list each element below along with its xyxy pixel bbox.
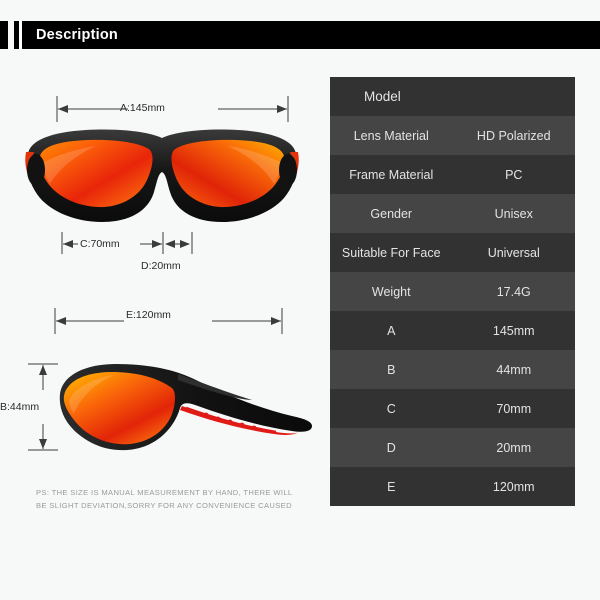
spec-label: Gender — [330, 194, 453, 233]
spec-value: 70mm — [452, 389, 575, 428]
description-header: Description — [0, 21, 600, 49]
table-row: Weight 17.4G — [330, 272, 575, 311]
spec-value: 17.4G — [452, 272, 575, 311]
spec-label: E — [330, 467, 453, 506]
dimension-label-b: B:44mm — [0, 401, 40, 413]
dimension-label-e: E:120mm — [126, 309, 171, 321]
spec-label: Weight — [330, 272, 453, 311]
dimension-label-d: D:20mm — [141, 260, 181, 272]
measurement-disclaimer: PS: THE SIZE IS MANUAL MEASUREMENT BY HA… — [36, 486, 316, 512]
spec-label: B — [330, 350, 453, 389]
specification-table: Model Lens Material HD Polarized Frame M… — [330, 77, 575, 506]
header-bar: Description — [14, 21, 600, 49]
sunglasses-front-view: A:145mm C:70mm D:20mm — [0, 74, 325, 274]
table-row: B 44mm — [330, 350, 575, 389]
spec-label: Suitable For Face — [330, 233, 453, 272]
side-frame-shape — [59, 364, 312, 451]
table-row: Frame Material PC — [330, 155, 575, 194]
header-left-block — [0, 21, 8, 49]
table-row: E 120mm — [330, 467, 575, 506]
table-row: Lens Material HD Polarized — [330, 116, 575, 155]
table-row: C 70mm — [330, 389, 575, 428]
spec-value: HD Polarized — [452, 116, 575, 155]
table-row: A 145mm — [330, 311, 575, 350]
dimension-label-a: A:145mm — [120, 102, 165, 114]
front-frame-shape — [25, 129, 299, 222]
page-title: Description — [36, 27, 118, 43]
spec-label: D — [330, 428, 453, 467]
spec-label: C — [330, 389, 453, 428]
sunglasses-side-view: E:120mm B:44mm — [0, 302, 325, 487]
table-row: Gender Unisex — [330, 194, 575, 233]
dimension-line-a — [56, 96, 289, 122]
spec-value: 145mm — [452, 311, 575, 350]
disclaimer-line-2: BE SLIGHT DEVIATION,SORRY FOR ANY CONVEN… — [36, 501, 292, 510]
specification-table-body: Model Lens Material HD Polarized Frame M… — [330, 77, 575, 506]
spec-value: 20mm — [452, 428, 575, 467]
header-accent-tick — [19, 21, 22, 49]
dimension-label-c: C:70mm — [80, 238, 120, 250]
spec-label: A — [330, 311, 453, 350]
spec-value: PC — [452, 155, 575, 194]
spec-header-label: Model — [330, 77, 575, 116]
disclaimer-line-1: PS: THE SIZE IS MANUAL MEASUREMENT BY HA… — [36, 488, 293, 497]
spec-label: Lens Material — [330, 116, 453, 155]
illustration-column: A:145mm C:70mm D:20mm E:120mm B:44mm PS:… — [0, 62, 325, 532]
spec-value: Unisex — [452, 194, 575, 233]
table-row-header: Model — [330, 77, 575, 116]
spec-label: Frame Material — [330, 155, 453, 194]
spec-value: Universal — [452, 233, 575, 272]
table-row: Suitable For Face Universal — [330, 233, 575, 272]
table-row: D 20mm — [330, 428, 575, 467]
spec-value: 44mm — [452, 350, 575, 389]
spec-value: 120mm — [452, 467, 575, 506]
side-view-graphic — [28, 308, 312, 451]
